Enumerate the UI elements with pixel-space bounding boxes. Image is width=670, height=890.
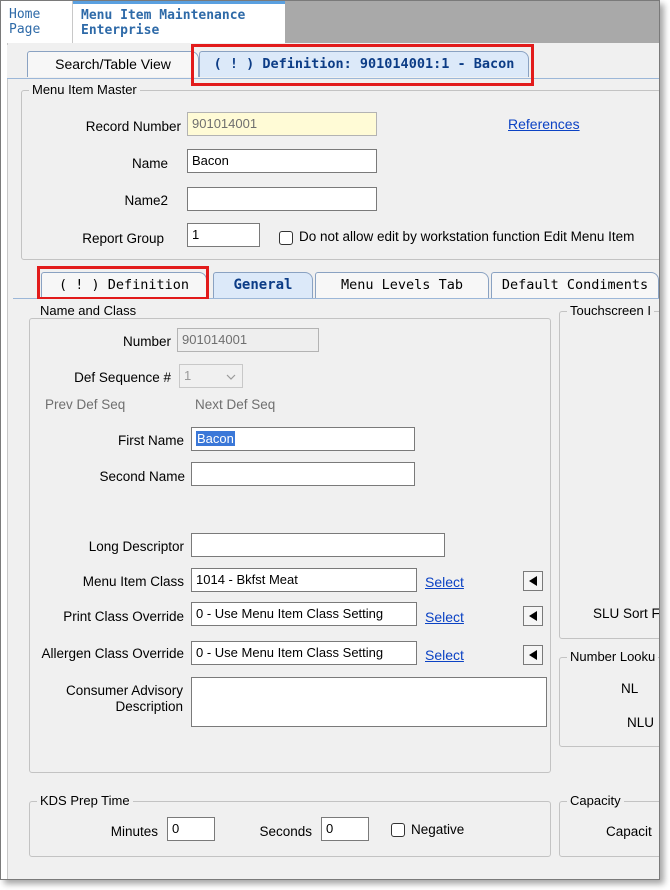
no-edit-checkbox-label: Do not allow edit by workstation functio… <box>299 229 635 244</box>
no-edit-checkbox[interactable] <box>279 231 293 245</box>
allergen-class-arrow-button[interactable] <box>523 645 543 665</box>
long-descriptor-label: Long Descriptor <box>88 539 184 554</box>
second-name-label: Second Name <box>99 469 185 484</box>
tab-general-label: General <box>233 277 293 293</box>
tab-search-label: Search/Table View <box>55 56 171 72</box>
references-link[interactable]: References <box>508 116 580 132</box>
first-name-label: First Name <box>117 433 184 448</box>
nav-active-line2: Enterprise <box>81 23 160 38</box>
record-number-label: Record Number <box>85 119 181 134</box>
menu-item-class-arrow-button[interactable] <box>523 571 543 591</box>
nav-home-line2: Page <box>9 22 41 37</box>
negative-label: Negative <box>411 822 465 837</box>
name-label: Name <box>131 156 168 171</box>
print-class-select-link[interactable]: Select <box>425 609 464 625</box>
def-sequence-dropdown[interactable]: 1 <box>179 364 243 388</box>
arrow-left-icon <box>529 611 537 621</box>
def-sequence-label: Def Sequence # <box>74 370 171 385</box>
tab-default-condiments[interactable]: Default Condiments <box>491 272 659 298</box>
number-label: Number <box>122 334 171 349</box>
nav-home-line1: Home <box>9 7 41 22</box>
capacity-label: Capacit <box>606 824 652 839</box>
first-name-field[interactable]: Bacon <box>191 427 415 451</box>
allergen-class-label: Allergen Class Override <box>41 646 184 661</box>
tab-default-condiments-label: Default Condiments <box>501 277 649 293</box>
tab-menu-levels-label: Menu Levels Tab <box>341 277 463 293</box>
number-lookup-group <box>559 657 659 747</box>
allergen-class-field[interactable]: 0 - Use Menu Item Class Setting <box>191 641 417 665</box>
nav-tab-menu-item-maintenance[interactable]: Menu Item Maintenance Enterprise <box>73 1 285 43</box>
menu-item-class-label: Menu Item Class <box>82 574 184 589</box>
print-class-field[interactable]: 0 - Use Menu Item Class Setting <box>191 602 417 626</box>
name-field[interactable]: Bacon <box>187 149 377 173</box>
name2-label: Name2 <box>124 193 168 208</box>
second-name-field[interactable] <box>191 462 415 486</box>
arrow-left-icon <box>529 576 537 586</box>
number-lookup-title: Number Looku <box>567 649 659 664</box>
number-field[interactable]: 901014001 <box>177 328 319 352</box>
negative-checkbox[interactable] <box>391 823 405 837</box>
arrow-left-icon <box>529 650 537 660</box>
nl-label-1: NL <box>621 681 639 696</box>
touchscreen-title: Touchscreen I <box>567 303 654 318</box>
menu-item-class-field[interactable]: 1014 - Bkfst Meat <box>191 568 417 592</box>
seconds-label: Seconds <box>259 824 312 839</box>
menu-item-master-title: Menu Item Master <box>29 82 140 97</box>
print-class-label: Print Class Override <box>63 609 184 624</box>
record-number-field[interactable]: 901014001 <box>187 112 377 136</box>
chevron-down-icon <box>226 374 236 380</box>
name2-field[interactable] <box>187 187 377 211</box>
kds-prep-time-title: KDS Prep Time <box>37 793 133 808</box>
consumer-advisory-label: Consumer Advisory Description <box>41 683 183 715</box>
def-sequence-value: 1 <box>184 368 192 383</box>
nav-tab-home[interactable]: Home Page <box>1 1 73 43</box>
touchscreen-group <box>559 311 659 639</box>
tab-search-table-view[interactable]: Search/Table View <box>27 51 199 77</box>
nav-active-line1: Menu Item Maintenance <box>81 8 246 23</box>
tab-menu-levels[interactable]: Menu Levels Tab <box>315 272 489 298</box>
consumer-advisory-label-line2: Description <box>115 699 183 714</box>
report-group-label: Report Group <box>82 231 164 246</box>
consumer-advisory-field[interactable] <box>191 677 547 727</box>
capacity-title: Capacity <box>567 793 624 808</box>
allergen-class-select-link[interactable]: Select <box>425 647 464 663</box>
app-window: Home Page Menu Item Maintenance Enterpri… <box>0 0 660 880</box>
print-class-arrow-button[interactable] <box>523 606 543 626</box>
highlight-box-definition-tab <box>191 44 534 86</box>
next-def-seq-button[interactable]: Next Def Seq <box>195 397 275 412</box>
prev-def-seq-button[interactable]: Prev Def Seq <box>45 397 125 412</box>
long-descriptor-field[interactable] <box>191 533 445 557</box>
first-name-value: Bacon <box>196 431 235 446</box>
slu-sort-label: SLU Sort F <box>593 606 660 621</box>
minutes-field[interactable]: 0 <box>167 817 215 841</box>
minutes-label: Minutes <box>110 824 158 839</box>
report-group-field[interactable]: 1 <box>187 223 260 247</box>
consumer-advisory-label-line1: Consumer Advisory <box>65 683 183 698</box>
name-and-class-title: Name and Class <box>37 303 140 318</box>
seconds-field[interactable]: 0 <box>321 817 369 841</box>
tab-general[interactable]: General <box>213 272 313 298</box>
highlight-box-definition-list-tab <box>37 266 209 300</box>
nl-label-2: NLU <box>627 715 655 730</box>
menu-item-class-select-link[interactable]: Select <box>425 574 464 590</box>
